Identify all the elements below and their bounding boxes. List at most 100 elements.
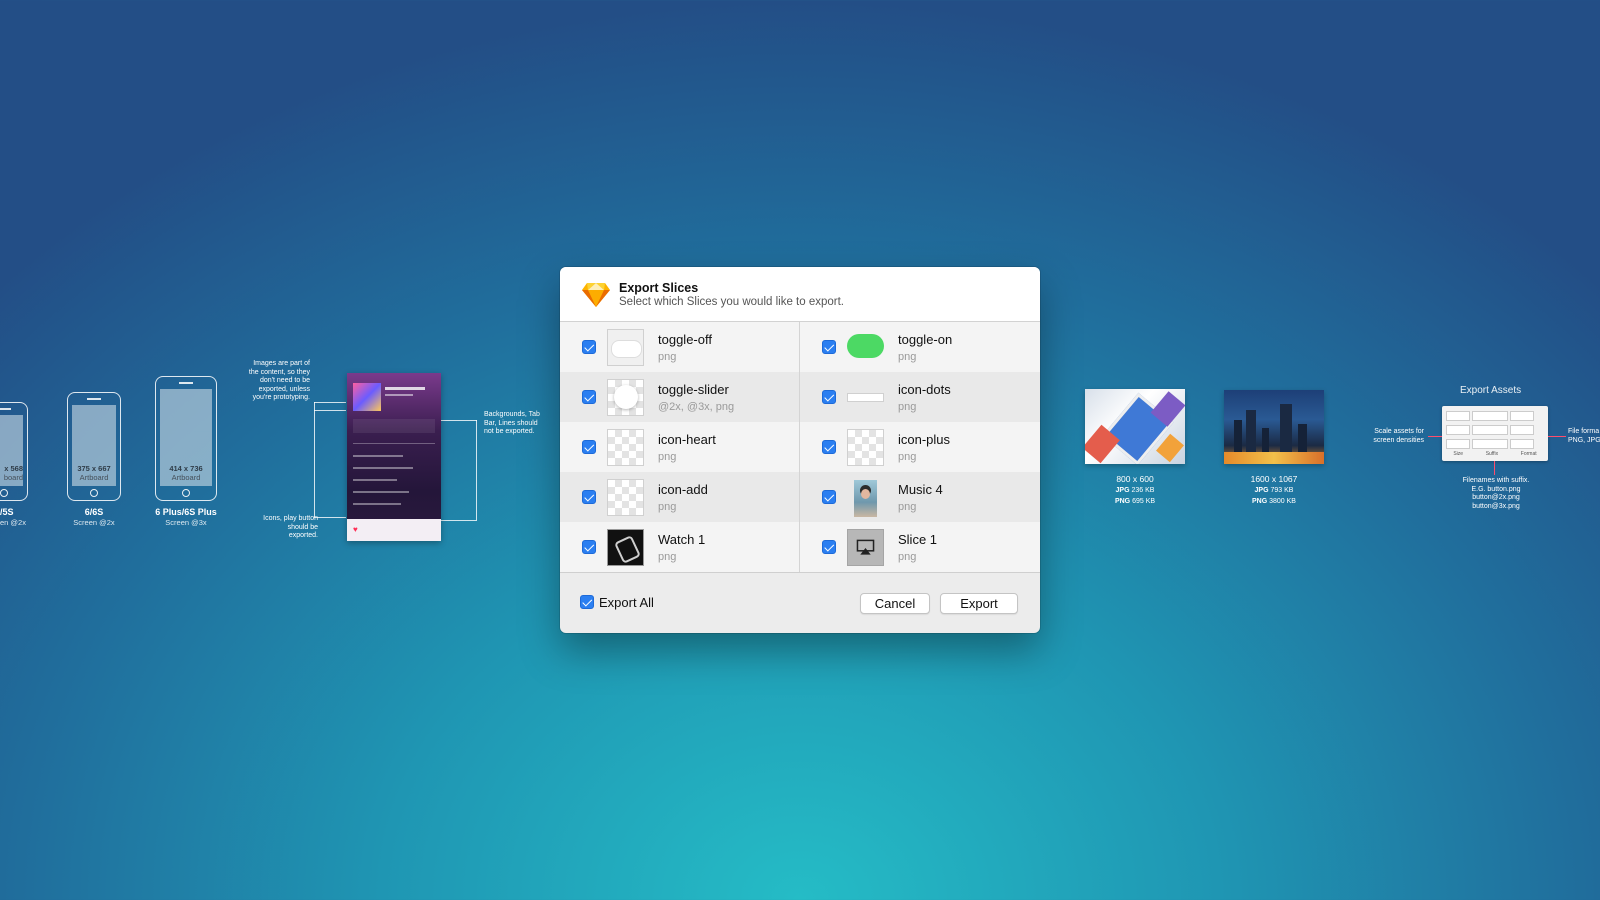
slice-checkbox[interactable] (822, 340, 836, 354)
artboard-dims: x 568 (4, 464, 23, 473)
slice-format: png (658, 551, 677, 563)
slice-checkbox[interactable] (822, 540, 836, 554)
slice-name: Watch 1 (658, 532, 706, 547)
jpg-size: 793 KB (1270, 487, 1294, 494)
slice-thumbnail (847, 479, 884, 517)
dialog-header: Export Slices Select which Slices you wo… (560, 267, 1040, 322)
slice-name: toggle-off (658, 332, 712, 347)
slice-name: icon-plus (898, 432, 951, 447)
thumbnail-caption-2: 1600 x 1067 JPG 793 KB PNG 3800 KB (1224, 474, 1324, 507)
artboard-iphone-5s: x 568 board (0, 402, 28, 501)
toggle-on-swatch (847, 334, 884, 358)
slice-checkbox[interactable] (582, 340, 596, 354)
export-assets-title: Export Assets (1460, 385, 1522, 396)
slice-column-right: toggle-on png icon-dots png icon-plus pn… (800, 322, 1040, 572)
device-label: 6 Plus/6S Plus (155, 507, 217, 517)
slice-thumbnail (607, 529, 644, 566)
slice-thumbnail (847, 429, 884, 466)
slice-row[interactable]: toggle-off png (560, 322, 799, 372)
slice-row[interactable]: icon-add png (560, 472, 799, 522)
col-size: Size (1453, 451, 1464, 457)
slice-name: Music 4 (898, 482, 943, 497)
slice-row[interactable]: Music 4 png (800, 472, 1040, 522)
artboard-iphone-6-plus: 414 x 736 Artboard (155, 376, 217, 501)
cancel-button[interactable]: Cancel (860, 593, 930, 614)
slice-format: png (658, 451, 677, 463)
slice-row[interactable]: icon-plus png (800, 422, 1040, 472)
slice-thumbnail (847, 329, 884, 366)
slice-thumbnail (607, 429, 644, 466)
artboard-iphone-6: 375 x 667 Artboard (67, 392, 121, 501)
note-icons: Icons, play button should be exported. (263, 515, 318, 540)
slice-name: toggle-slider (658, 382, 729, 397)
thumbnail-caption-1: 800 x 600 JPG 236 KB PNG 695 KB (1085, 474, 1185, 507)
slice-name: icon-add (658, 482, 708, 497)
slice-row[interactable]: icon-dots png (800, 372, 1040, 422)
jpg-size: 236 KB (1131, 487, 1155, 494)
slice-name: icon-dots (898, 382, 951, 397)
note-images: Images are part of the content, so they … (248, 360, 310, 402)
export-all-label[interactable]: Export All (599, 595, 654, 610)
slice-row[interactable]: Slice 1 png (800, 522, 1040, 572)
slice-checkbox[interactable] (822, 390, 836, 404)
device-label: 6/6S (84, 507, 104, 517)
slice-checkbox[interactable] (582, 540, 596, 554)
slice-format: @2x, @3x, png (658, 401, 735, 413)
png-label: PNG (1114, 498, 1131, 505)
png-label: PNG (1252, 498, 1268, 505)
slice-checkbox[interactable] (822, 440, 836, 454)
slice-thumbnail (607, 329, 644, 366)
artboard-label: board (3, 473, 23, 482)
slice-row[interactable]: Watch 1 png (560, 522, 799, 572)
note-filenames: Filenames with suffix. E.G. button.png b… (1462, 477, 1530, 510)
export-all-checkbox[interactable] (580, 595, 594, 609)
jpg-label: JPG (1115, 487, 1130, 494)
slice-format: png (658, 501, 677, 513)
export-assets-panel: Size Suffix Format (1442, 406, 1548, 461)
music-app-mockup: ♥ (347, 373, 441, 541)
dialog-title: Export Slices (619, 281, 699, 295)
export-button[interactable]: Export (940, 593, 1018, 614)
note-scale: Scale assets for screen densities (1373, 428, 1424, 444)
slice-column-left: toggle-off png toggle-slider @2x, @3x, p… (560, 322, 800, 572)
thumb-dims: 800 x 600 (1116, 474, 1154, 484)
device-sub: en @2x (0, 518, 26, 527)
device-sub: Screen @3x (165, 518, 207, 527)
slice-format: png (898, 401, 917, 413)
png-size: 695 KB (1132, 498, 1156, 505)
device-label: /5S (0, 507, 14, 517)
artboard-label: Artboard (171, 473, 201, 482)
slice-name: toggle-on (898, 332, 953, 347)
slice-checkbox[interactable] (582, 490, 596, 504)
slice-thumbnail (847, 379, 884, 416)
note-file-format: File forma PNG, JPG (1568, 428, 1600, 444)
slice-checkbox[interactable] (582, 390, 596, 404)
airplay-icon (856, 539, 875, 555)
slice-thumbnail (607, 379, 644, 416)
slice-format: png (898, 501, 917, 513)
artboard-dims: 375 x 667 (77, 464, 111, 473)
slice-row[interactable]: icon-heart png (560, 422, 799, 472)
dialog-footer: Export All Cancel Export (560, 572, 1040, 633)
slice-checkbox[interactable] (822, 490, 836, 504)
sketch-logo-icon (582, 283, 610, 307)
slice-format: png (898, 551, 917, 563)
slice-format: png (898, 451, 917, 463)
slice-row[interactable]: toggle-on png (800, 322, 1040, 372)
thumb-dims: 1600 x 1067 (1250, 474, 1298, 484)
slice-checkbox[interactable] (582, 440, 596, 454)
slice-format: png (898, 351, 917, 363)
slice-thumbnail (607, 479, 644, 516)
slice-name: icon-heart (658, 432, 716, 447)
note-backgrounds: Backgrounds, Tab Bar, Lines should not b… (484, 411, 540, 436)
slice-thumbnail (847, 529, 884, 566)
artboard-label: Artboard (79, 473, 109, 482)
export-slices-dialog: Export Slices Select which Slices you wo… (560, 267, 1040, 633)
png-size: 3800 KB (1269, 498, 1296, 505)
jpg-label: JPG (1254, 487, 1269, 494)
col-format: Format (1520, 451, 1537, 457)
slice-grid: toggle-off png toggle-slider @2x, @3x, p… (560, 322, 1040, 572)
slice-row[interactable]: toggle-slider @2x, @3x, png (560, 372, 799, 422)
slice-name: Slice 1 (898, 532, 938, 547)
col-suffix: Suffix (1485, 451, 1499, 457)
